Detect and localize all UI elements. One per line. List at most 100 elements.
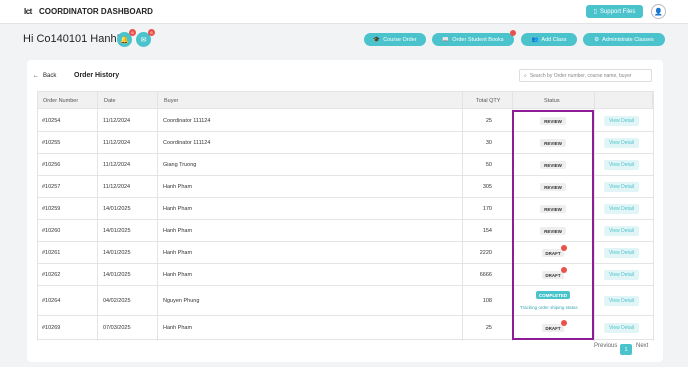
total-qty-cell: 154 — [482, 228, 492, 234]
order-number-cell: #10269 — [42, 325, 61, 331]
total-qty-cell: 108 — [482, 298, 492, 304]
people-icon: 👥 — [531, 36, 539, 43]
date-cell: 11/12/2024 — [103, 184, 131, 190]
date-cell: 11/12/2024 — [103, 140, 131, 146]
total-qty-cell: 50 — [485, 162, 492, 168]
column-date: Date — [104, 98, 116, 104]
order-student-books-button[interactable]: 📖 Order Student Books — [432, 33, 514, 46]
order-number-cell: #10260 — [42, 228, 61, 234]
date-cell: 04/02/2025 — [103, 298, 131, 304]
column-divider — [594, 91, 595, 341]
total-qty-cell: 30 — [485, 140, 492, 146]
date-cell: 11/12/2024 — [103, 118, 131, 124]
view-detail-button[interactable]: View Detail — [604, 138, 639, 148]
view-detail-button[interactable]: View Detail — [604, 182, 639, 192]
column-divider — [97, 91, 98, 341]
view-detail-button[interactable]: View Detail — [604, 160, 639, 170]
back-button[interactable]: ← Back — [33, 73, 56, 79]
buyer-cell: Nguyen Phung — [163, 298, 200, 304]
course-order-label: Course Order — [383, 36, 417, 43]
column-total-qty: Total QTY — [476, 98, 501, 104]
order-number-cell: #10257 — [42, 184, 61, 190]
user-menu-button[interactable]: 👤 — [651, 4, 666, 19]
column-status: Status — [544, 98, 560, 104]
buyer-cell: Coordinator 111124 — [163, 140, 211, 146]
mail-icon: ✉ — [140, 36, 147, 44]
app-title: COORDINATOR DASHBOARD — [39, 7, 153, 16]
buyer-cell: Hanh Pham — [163, 206, 193, 212]
order-number-cell: #10255 — [42, 140, 61, 146]
column-divider — [157, 91, 158, 341]
view-detail-button[interactable]: View Detail — [604, 226, 639, 236]
total-qty-cell: 305 — [482, 184, 492, 190]
add-class-label: Add Class — [541, 36, 567, 43]
total-qty-cell: 25 — [485, 325, 492, 331]
book-icon: 📖 — [442, 36, 450, 43]
administrate-classes-label: Administrate Classes — [602, 36, 654, 43]
order-number-cell: #10259 — [42, 206, 61, 212]
table-border — [37, 91, 38, 341]
buyer-cell: Hanh Pham — [163, 325, 193, 331]
date-cell: 07/03/2025 — [103, 325, 131, 331]
order-number-cell: #10256 — [42, 162, 61, 168]
order-books-alert-dot — [510, 30, 516, 36]
previous-page-button[interactable]: Previous — [594, 343, 617, 349]
order-number-cell: #10261 — [42, 250, 61, 256]
buyer-cell: Hanh Pham — [163, 250, 193, 256]
search-placeholder: Search by Order number, course name, buy… — [529, 72, 632, 79]
view-detail-button[interactable]: View Detail — [604, 116, 639, 126]
buyer-cell: Hanh Pham — [163, 228, 193, 234]
total-qty-cell: 170 — [482, 206, 492, 212]
date-cell: 11/12/2024 — [103, 162, 131, 168]
column-order-number: Order Number — [43, 98, 79, 104]
administrate-classes-button[interactable]: ⚙ Administrate Classes — [583, 33, 665, 46]
date-cell: 14/01/2025 — [103, 228, 131, 234]
arrow-left-icon: ← — [33, 73, 39, 79]
view-detail-button[interactable]: View Detail — [604, 296, 639, 306]
user-icon: 👤 — [654, 8, 663, 16]
buyer-cell: Hanh Pham — [163, 272, 193, 278]
greeting: Hi Co140101 Hanh! — [23, 33, 120, 45]
date-cell: 14/01/2025 — [103, 272, 131, 278]
next-page-button[interactable]: Next — [636, 343, 648, 349]
file-icon: ▯ — [593, 9, 597, 15]
top-bar: Ict COORDINATOR DASHBOARD ▯ Support File… — [0, 0, 688, 24]
order-number-cell: #10254 — [42, 118, 61, 124]
support-files-label: Support Files — [599, 8, 636, 15]
page-title: Order History — [74, 72, 120, 79]
date-cell: 14/01/2025 — [103, 250, 131, 256]
date-cell: 14/01/2025 — [103, 206, 131, 212]
buyer-cell: Coordinator 111124 — [163, 118, 211, 124]
total-qty-cell: 25 — [485, 118, 492, 124]
order-number-cell: #10264 — [42, 298, 61, 304]
view-detail-button[interactable]: View Detail — [604, 323, 639, 333]
buyer-cell: Giang Truong — [163, 162, 197, 168]
buyer-cell: Hanh Pham — [163, 184, 193, 190]
column-buyer: Buyer — [164, 98, 179, 104]
notifications-button[interactable]: 🔔 6 — [117, 29, 136, 47]
add-class-button[interactable]: 👥 Add Class — [521, 33, 577, 46]
order-books-label: Order Student Books — [452, 36, 504, 43]
order-number-cell: #10262 — [42, 272, 61, 278]
table-border — [653, 91, 654, 341]
column-divider — [462, 91, 463, 341]
view-detail-button[interactable]: View Detail — [604, 270, 639, 280]
graduation-cap-icon: 🎓 — [373, 36, 381, 43]
view-detail-button[interactable]: View Detail — [604, 204, 639, 214]
view-detail-button[interactable]: View Detail — [604, 248, 639, 258]
notification-count: 6 — [129, 29, 136, 36]
search-icon: ⌕ — [524, 72, 527, 79]
bell-icon: 🔔 — [120, 36, 129, 44]
total-qty-cell: 6666 — [479, 272, 492, 278]
logo[interactable]: Ict — [24, 7, 32, 16]
messages-button[interactable]: ✉ 6 — [136, 29, 155, 47]
table-header: Order Number Date Buyer Total QTY Status — [37, 91, 653, 109]
course-order-button[interactable]: 🎓 Course Order — [364, 33, 426, 46]
total-qty-cell: 2220 — [479, 250, 492, 256]
message-count: 6 — [148, 29, 155, 36]
back-label: Back — [43, 73, 57, 79]
support-files-button[interactable]: ▯ Support Files — [586, 5, 643, 18]
gear-icon: ⚙ — [594, 36, 600, 43]
search-input[interactable]: ⌕ Search by Order number, course name, bu… — [519, 69, 652, 82]
current-page[interactable]: 1 — [620, 344, 632, 355]
